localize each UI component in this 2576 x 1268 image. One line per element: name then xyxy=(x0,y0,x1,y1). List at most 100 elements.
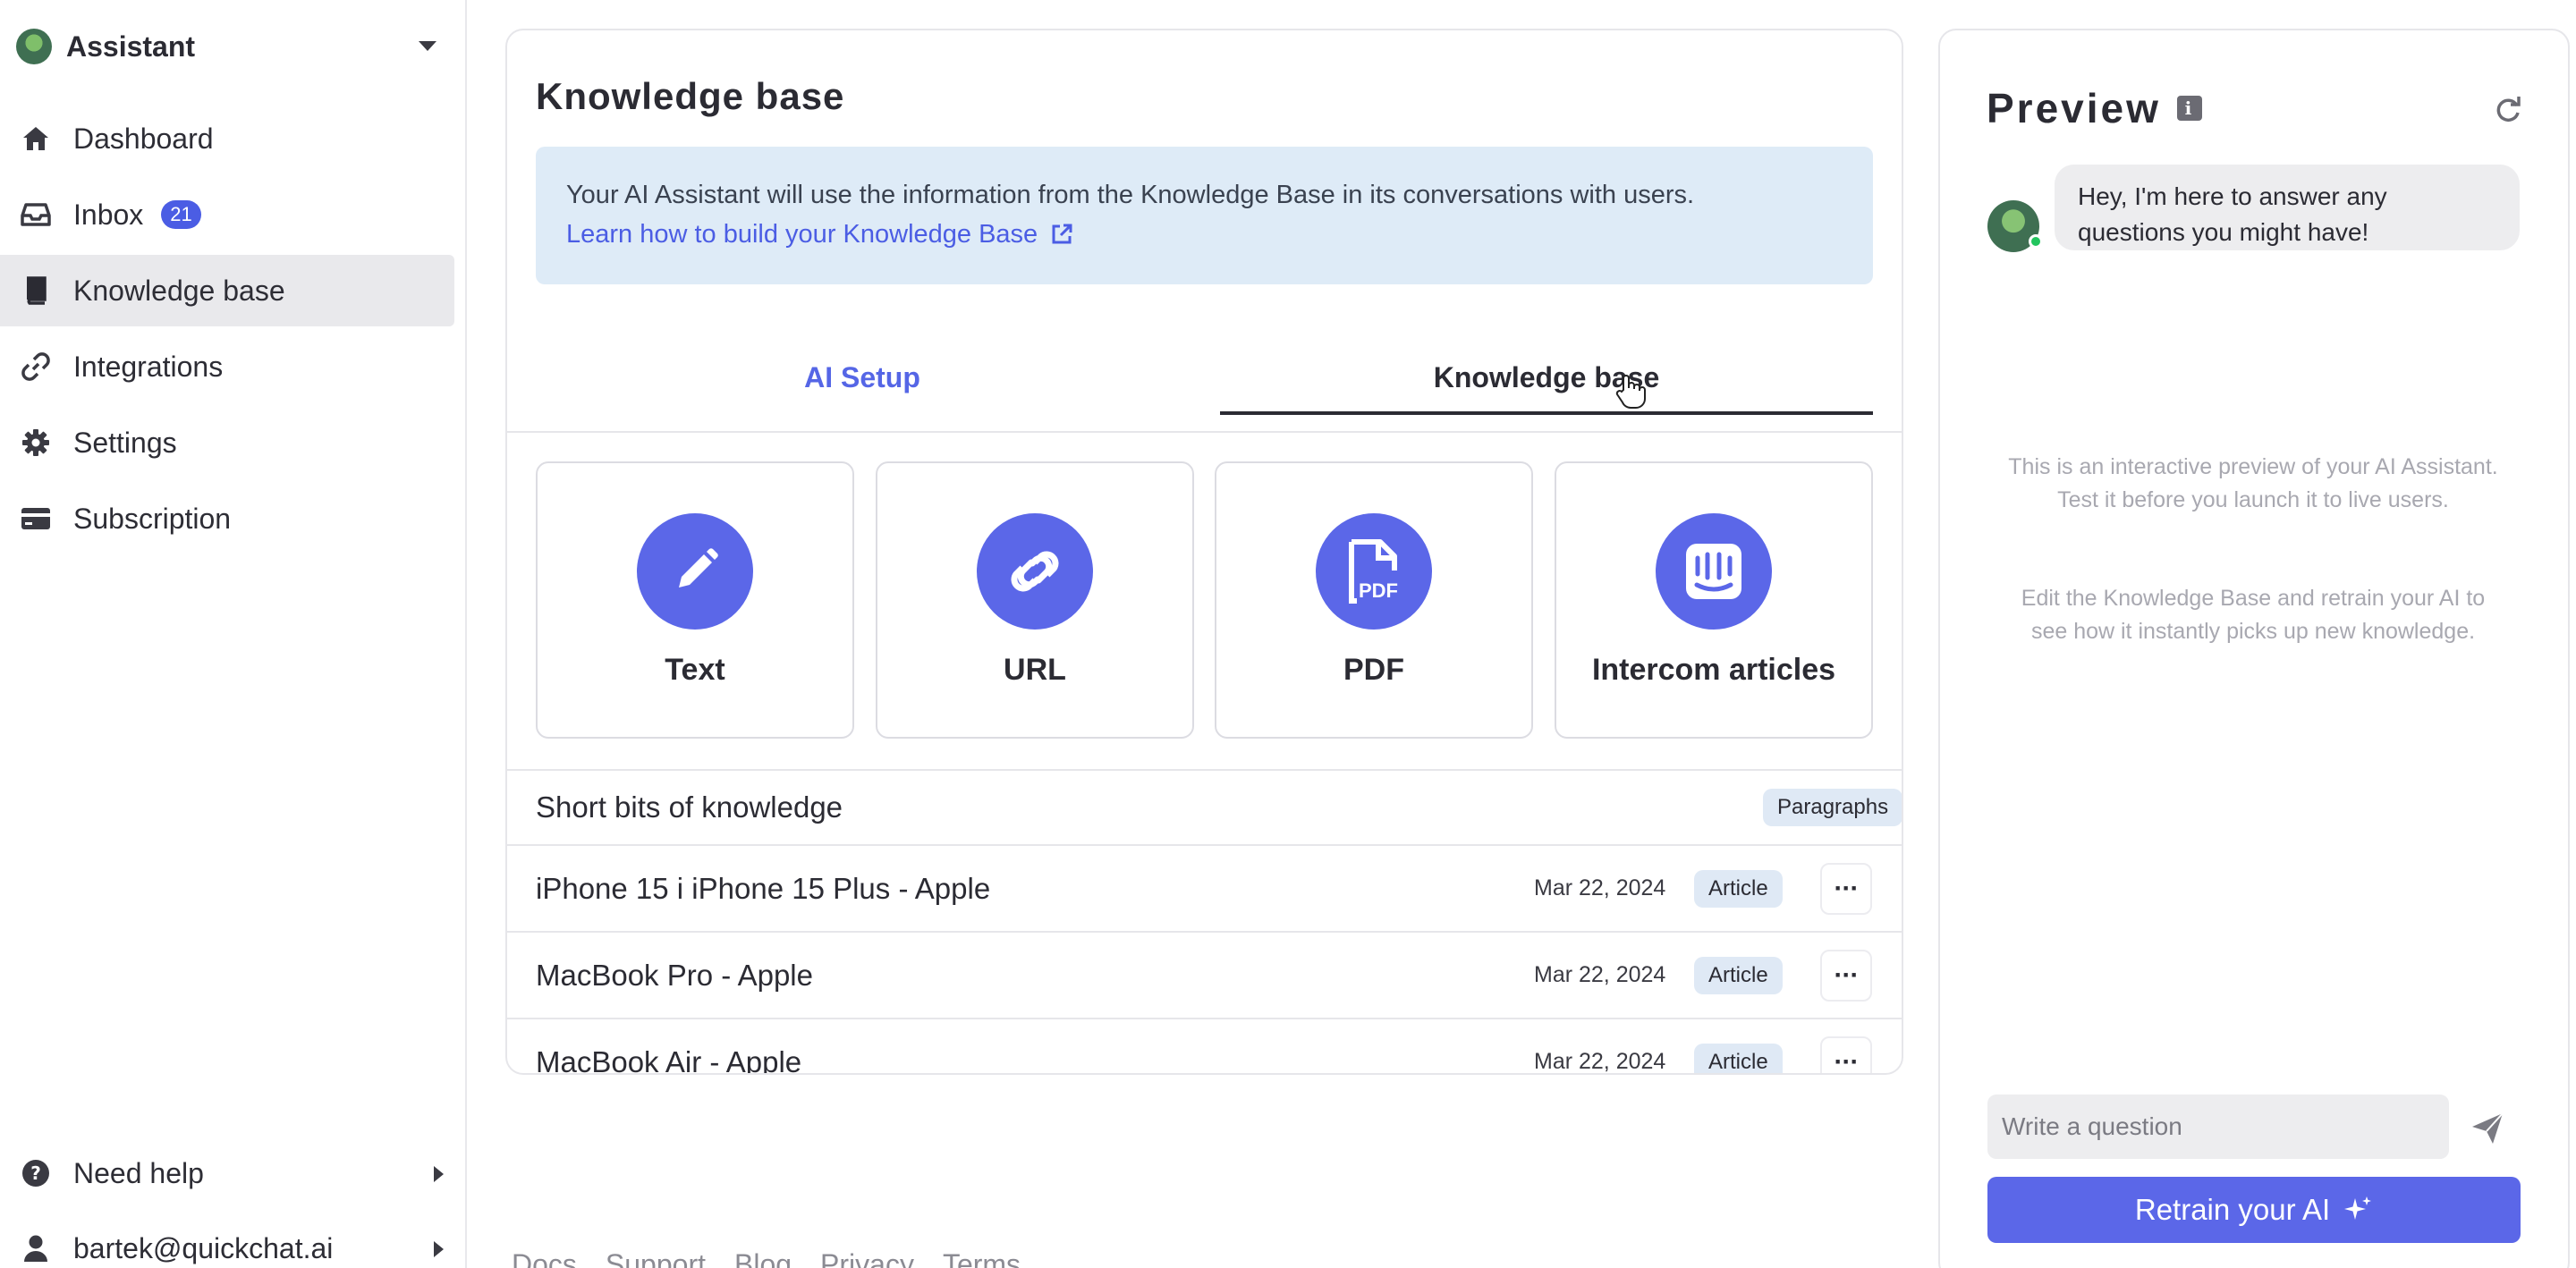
external-link-icon xyxy=(1052,224,1072,244)
sidebar-footer: ? Need help bartek@quickchat.ai xyxy=(0,1137,454,1268)
row-title: MacBook Pro - Apple xyxy=(536,958,813,992)
footer-link-blog[interactable]: Blog xyxy=(734,1248,792,1268)
row-date: Mar 22, 2024 xyxy=(1534,1049,1666,1074)
sidebar-item-dashboard[interactable]: Dashboard xyxy=(0,103,454,174)
sidebar-item-label: Inbox xyxy=(73,198,144,231)
row-date: Mar 22, 2024 xyxy=(1534,962,1666,987)
type-tag: Article xyxy=(1694,1043,1783,1073)
tab-bar: AI Setup Knowledge base xyxy=(536,325,1873,418)
sidebar-nav: Dashboard Inbox 21 Knowledge base Integr… xyxy=(0,103,454,559)
table-row[interactable]: iPhone 15 i iPhone 15 Plus - Apple Mar 2… xyxy=(507,844,1902,931)
source-label: Text xyxy=(665,653,725,687)
help-circle-icon: ? xyxy=(20,1157,52,1189)
chain-link-icon xyxy=(977,513,1093,630)
add-text-source-button[interactable]: Text xyxy=(536,461,854,739)
tab-ai-setup[interactable]: AI Setup xyxy=(536,325,1189,418)
footer-link-support[interactable]: Support xyxy=(606,1248,706,1268)
inbox-icon xyxy=(20,199,52,231)
sparkles-icon xyxy=(2344,1196,2372,1220)
assistant-switcher[interactable]: Assistant xyxy=(16,25,445,68)
sidebar-item-inbox[interactable]: Inbox 21 xyxy=(0,179,454,250)
short-bits-row[interactable]: Short bits of knowledge Paragraphs xyxy=(507,769,1902,844)
row-date: Mar 22, 2024 xyxy=(1534,875,1666,900)
question-input[interactable] xyxy=(1987,1095,2449,1159)
divider xyxy=(507,431,1902,433)
preview-description: This is an interactive preview of your A… xyxy=(2008,454,2498,512)
preview-retrain-hint: Edit the Knowledge Base and retrain your… xyxy=(2021,586,2486,644)
hand-cursor-icon xyxy=(1615,375,1646,409)
chevron-right-icon xyxy=(434,1166,444,1182)
online-status-dot xyxy=(2029,234,2043,249)
preview-title-text: Preview xyxy=(1987,85,2161,131)
assistant-avatar xyxy=(16,29,52,64)
source-options: Text URL PDF PDF Intercom articles xyxy=(536,461,1873,739)
table-row[interactable]: MacBook Pro - Apple Mar 22, 2024 Article… xyxy=(507,931,1902,1018)
chevron-down-icon[interactable] xyxy=(419,41,436,51)
more-options-button[interactable]: ··· xyxy=(1820,862,1872,915)
knowledge-list: Short bits of knowledge Paragraphs iPhon… xyxy=(507,769,1902,1075)
active-tab-indicator xyxy=(1220,411,1873,415)
page-title: Knowledge base xyxy=(536,75,845,117)
user-email: bartek@quickchat.ai xyxy=(73,1231,334,1264)
source-label: PDF xyxy=(1343,653,1404,687)
type-tag: Article xyxy=(1694,869,1783,908)
info-icon[interactable]: i xyxy=(2176,96,2202,121)
svg-text:PDF: PDF xyxy=(1359,579,1398,602)
type-tag: Paragraphs xyxy=(1763,789,1902,826)
link-icon xyxy=(20,351,52,383)
info-banner: Your AI Assistant will use the informati… xyxy=(536,147,1873,284)
pdf-file-icon: PDF xyxy=(1316,513,1432,630)
row-title: Short bits of knowledge xyxy=(536,790,843,824)
preview-panel: Preview i Hey, I'm here to answer any qu… xyxy=(1938,29,2570,1268)
knowledge-base-card: Knowledge base Your AI Assistant will us… xyxy=(505,29,1903,1075)
add-url-source-button[interactable]: URL xyxy=(876,461,1194,739)
book-icon xyxy=(20,275,52,307)
row-title: MacBook Air - Apple xyxy=(536,1044,802,1075)
intercom-icon xyxy=(1656,513,1772,630)
type-tag: Article xyxy=(1694,956,1783,994)
refresh-icon[interactable] xyxy=(2493,95,2523,125)
sidebar-item-label: Settings xyxy=(73,426,177,459)
user-icon xyxy=(20,1232,52,1264)
retrain-button-label: Retrain your AI xyxy=(2134,1193,2331,1226)
learn-more-link[interactable]: Learn how to build your Knowledge Base xyxy=(566,215,1073,254)
preview-title: Preview i xyxy=(1987,84,2202,132)
sidebar-item-knowledge-base[interactable]: Knowledge base xyxy=(0,255,454,326)
sidebar: Assistant Dashboard Inbox 21 Knowledge b… xyxy=(0,0,467,1268)
credit-card-icon xyxy=(20,503,52,535)
inbox-count-badge: 21 xyxy=(161,200,201,229)
need-help-label: Need help xyxy=(73,1156,204,1189)
send-icon[interactable] xyxy=(2470,1111,2505,1146)
user-account-menu[interactable]: bartek@quickchat.ai xyxy=(0,1213,454,1268)
learn-more-link-label: Learn how to build your Knowledge Base xyxy=(566,220,1038,249)
sidebar-item-integrations[interactable]: Integrations xyxy=(0,331,454,402)
gear-icon xyxy=(20,427,52,459)
pencil-icon xyxy=(637,513,753,630)
add-intercom-source-button[interactable]: Intercom articles xyxy=(1555,461,1873,739)
source-label: URL xyxy=(1004,653,1066,687)
tab-knowledge-base[interactable]: Knowledge base xyxy=(1220,325,1873,418)
footer-link-privacy[interactable]: Privacy xyxy=(820,1248,914,1268)
need-help-menu[interactable]: ? Need help xyxy=(0,1137,454,1209)
add-pdf-source-button[interactable]: PDF PDF xyxy=(1215,461,1533,739)
sidebar-item-label: Subscription xyxy=(73,502,232,535)
footer-links: Docs Support Blog Privacy Terms xyxy=(512,1248,1021,1268)
sidebar-item-settings[interactable]: Settings xyxy=(0,407,454,478)
retrain-button[interactable]: Retrain your AI xyxy=(1987,1177,2521,1243)
sidebar-item-label: Dashboard xyxy=(73,122,214,155)
more-options-button[interactable]: ··· xyxy=(1820,1036,1872,1073)
source-label: Intercom articles xyxy=(1591,653,1836,687)
chevron-right-icon xyxy=(434,1241,444,1257)
assistant-name: Assistant xyxy=(66,30,196,63)
sidebar-item-subscription[interactable]: Subscription xyxy=(0,483,454,554)
home-icon xyxy=(20,123,52,155)
row-title: iPhone 15 i iPhone 15 Plus - Apple xyxy=(536,871,991,905)
more-options-button[interactable]: ··· xyxy=(1820,949,1872,1002)
info-banner-text: Your AI Assistant will use the informati… xyxy=(566,181,1695,209)
footer-link-docs[interactable]: Docs xyxy=(512,1248,577,1268)
sidebar-item-label: Knowledge base xyxy=(73,274,285,307)
table-row[interactable]: MacBook Air - Apple Mar 22, 2024 Article… xyxy=(507,1018,1902,1075)
footer-link-terms[interactable]: Terms xyxy=(943,1248,1021,1268)
svg-text:?: ? xyxy=(30,1162,41,1184)
bot-message-bubble: Hey, I'm here to answer any questions yo… xyxy=(2055,165,2520,250)
